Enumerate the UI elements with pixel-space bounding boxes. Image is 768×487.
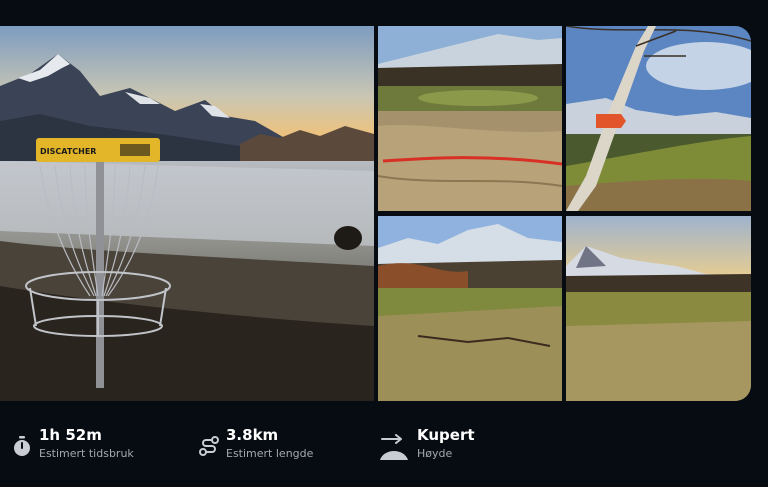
course-photo-gallery: DISCATCHER [0,26,751,401]
photo-field-branch[interactable] [378,216,562,401]
stat-length-value: 3.8km [226,426,279,444]
stat-duration-label: Estimert tidsbruk [39,447,134,460]
stat-elevation-value: Kupert [417,426,475,444]
elevation-icon [378,434,410,462]
photo-open-field[interactable] [566,216,751,401]
stat-duration-value: 1h 52m [39,426,102,444]
route-icon [197,434,221,458]
stat-duration: 1h 52m Estimert tidsbruk [10,425,134,475]
stat-elevation-label: Høyde [417,447,453,460]
course-stats: 1h 52m Estimert tidsbruk 3.8km Estimert … [0,425,768,475]
stat-elevation: Kupert Høyde [378,425,475,475]
photo-main-basket[interactable]: DISCATCHER [0,26,374,401]
photo-birch-marker[interactable] [566,26,751,211]
stat-length-label: Estimert lengde [226,447,314,460]
basket-sign-text: DISCATCHER [40,147,96,156]
photo-grass-red-tape[interactable] [378,26,562,211]
stat-length: 3.8km Estimert lengde [197,425,313,475]
stopwatch-icon [10,434,34,458]
